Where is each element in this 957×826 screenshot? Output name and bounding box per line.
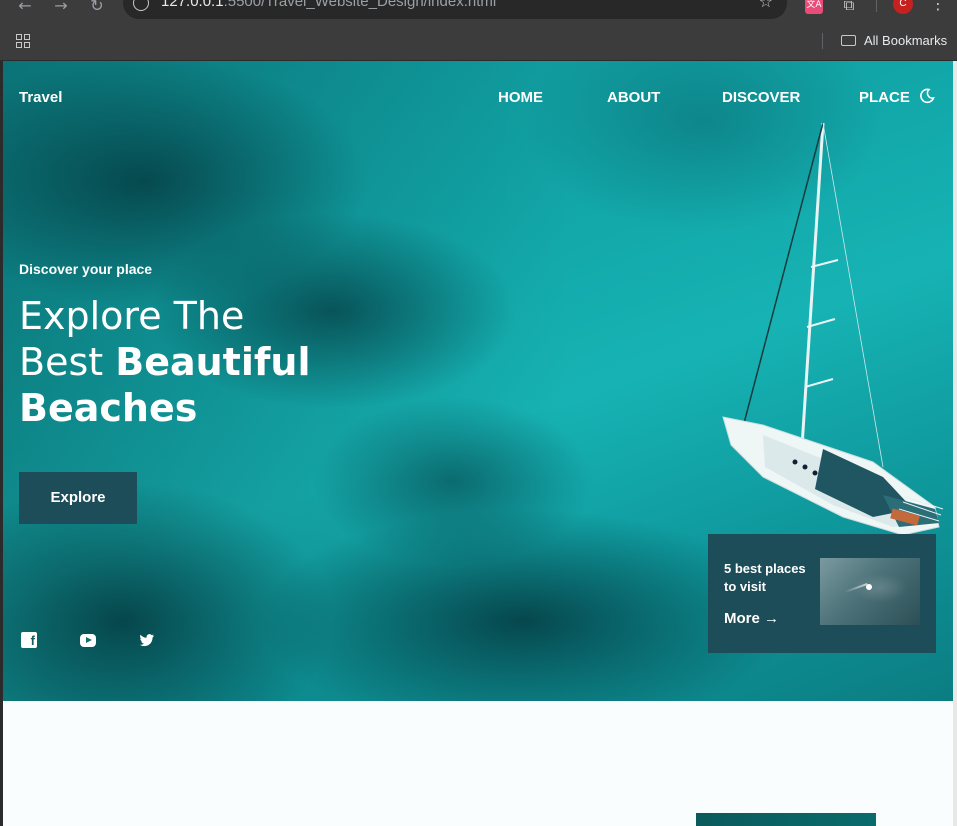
profile-avatar[interactable]: C — [893, 0, 913, 14]
nav-about-link[interactable]: ABOUT — [607, 89, 660, 106]
reload-icon[interactable]: ↻ — [85, 0, 109, 18]
all-bookmarks-link[interactable]: All Bookmarks — [864, 33, 947, 48]
card-title: 5 best places to visit — [724, 561, 806, 594]
hero-title-line1: Explore The — [19, 294, 245, 338]
url-host: 127.0.0.1 — [161, 0, 224, 10]
extensions-puzzle-icon[interactable]: ⧉ — [840, 0, 858, 14]
card-more-link[interactable]: More → — [724, 610, 779, 627]
browser-chrome: ← → ↻ 127.0.0.1:5500/Travel_Website_Desi… — [0, 0, 957, 60]
site-info-icon[interactable] — [133, 0, 149, 11]
featured-places-card[interactable]: 5 best places to visit More → — [708, 534, 936, 653]
card-thumbnail-image — [820, 558, 920, 625]
url-path: :5500/Travel_Website_Design/index.html — [223, 0, 497, 10]
facebook-icon[interactable]: f — [21, 632, 37, 648]
bookmarks-divider — [822, 33, 823, 49]
arrow-right-icon: → — [764, 610, 780, 627]
page-viewport: Travel HOME ABOUT DISCOVER PLACE Discove… — [3, 61, 953, 826]
back-icon[interactable]: ← — [13, 0, 37, 18]
folder-icon — [841, 35, 856, 46]
bookmark-star-icon[interactable]: ☆ — [759, 0, 773, 11]
toolbar-divider — [876, 0, 877, 12]
hero-title: Explore The Best Beautiful Beaches — [19, 293, 349, 431]
hero-section: Travel HOME ABOUT DISCOVER PLACE Discove… — [3, 61, 953, 701]
nav-home-link[interactable]: HOME — [498, 89, 543, 106]
twitter-icon[interactable] — [139, 632, 155, 648]
youtube-icon[interactable] — [80, 634, 96, 647]
hero-title-line2-bold: Beautiful — [115, 340, 311, 384]
nav-place-link[interactable]: PLACE — [859, 89, 910, 106]
forward-icon[interactable]: → — [49, 0, 73, 18]
boat-wake — [844, 582, 868, 594]
moon-icon[interactable] — [919, 88, 935, 104]
boat-dot — [866, 584, 872, 590]
nav-discover-link[interactable]: DISCOVER — [722, 89, 800, 106]
explore-button[interactable]: Explore — [19, 472, 137, 524]
address-bar[interactable]: 127.0.0.1:5500/Travel_Website_Design/ind… — [123, 0, 787, 19]
browser-menu-icon[interactable]: ⋮ — [930, 0, 946, 13]
browser-toolbar: ← → ↻ 127.0.0.1:5500/Travel_Website_Desi… — [0, 0, 957, 22]
next-section-image — [696, 813, 876, 826]
card-more-label: More — [724, 610, 760, 627]
sailboat-image — [722, 122, 944, 536]
apps-grid-icon[interactable] — [16, 34, 30, 48]
site-logo[interactable]: Travel — [19, 89, 62, 106]
page-scrollbar[interactable] — [953, 61, 957, 826]
hero-title-line3: Beaches — [19, 386, 198, 430]
hero-title-line2-light: Best — [19, 340, 116, 384]
bookmarks-bar: All Bookmarks — [0, 26, 957, 56]
translate-extension-icon[interactable]: 文A — [805, 0, 823, 14]
url-text[interactable]: 127.0.0.1:5500/Travel_Website_Design/ind… — [161, 0, 496, 10]
hero-subtitle: Discover your place — [19, 261, 153, 277]
